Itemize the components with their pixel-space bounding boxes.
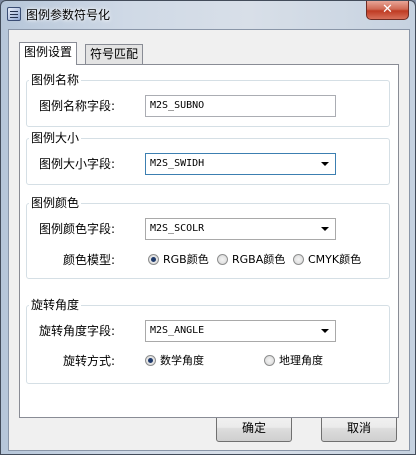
legend-size-group-title: 图例大小	[29, 131, 82, 145]
rotation-angle-group-title: 旋转角度	[29, 298, 82, 312]
legend-name-group-title: 图例名称	[29, 73, 82, 87]
color-model-label: 颜色模型:	[63, 253, 116, 267]
legend-settings-panel: 图例名称 图例名称字段: M2S_SUBNO 图例大小 图例大小字段: M2S_…	[19, 64, 399, 418]
chevron-down-icon	[321, 162, 329, 166]
window-title: 图例参数符号化	[26, 8, 111, 22]
legend-size-group: 图例大小 图例大小字段: M2S_SWIDH	[26, 131, 390, 185]
rotation-angle-field-value: M2S_ANGLE	[150, 325, 205, 336]
rotation-angle-field-label: 旋转角度字段:	[39, 324, 116, 338]
legend-size-field-label: 图例大小字段:	[39, 157, 116, 171]
tab-symbol-match[interactable]: 符号匹配	[85, 44, 144, 64]
legend-color-group: 图例颜色 图例颜色字段: M2S_SCOLR 颜色模型: RGB颜色 RGBA颜…	[26, 196, 390, 279]
cancel-button[interactable]: 取消	[321, 415, 397, 442]
legend-name-field-label: 图例名称字段:	[39, 99, 116, 113]
tab-legend-settings[interactable]: 图例设置	[19, 42, 78, 65]
ok-button[interactable]: 确定	[216, 415, 292, 442]
radio-unselected-icon	[217, 254, 228, 265]
legend-color-field-value: M2S_SCOLR	[150, 223, 205, 234]
radio-unselected-icon	[264, 355, 275, 366]
dialog-window: 图例参数符号化 ✕ 图例设置 符号匹配 图例名称 图例名称字段: M2S_SUB…	[0, 0, 416, 455]
title-bar[interactable]: 图例参数符号化 ✕	[1, 1, 415, 29]
legend-color-field-label: 图例颜色字段:	[39, 222, 116, 236]
rotation-angle-group: 旋转角度 旋转角度字段: M2S_ANGLE 旋转方式: 数学角度 地理角度	[26, 298, 390, 384]
legend-color-group-title: 图例颜色	[29, 196, 82, 210]
legend-size-field-value: M2S_SWIDH	[150, 158, 205, 169]
dialog-body: 图例设置 符号匹配 图例名称 图例名称字段: M2S_SUBNO 图例大小 图例…	[8, 29, 410, 451]
radio-unselected-icon	[293, 254, 304, 265]
chevron-down-icon	[321, 227, 329, 231]
close-button[interactable]: ✕	[366, 1, 409, 20]
radio-selected-icon	[148, 254, 159, 265]
legend-name-field-input[interactable]: M2S_SUBNO	[145, 95, 336, 117]
rotation-mode-label: 旋转方式:	[63, 354, 116, 368]
rotation-angle-field-select[interactable]: M2S_ANGLE	[145, 320, 336, 342]
app-icon	[7, 7, 21, 21]
legend-name-group: 图例名称 图例名称字段: M2S_SUBNO	[26, 73, 390, 127]
legend-size-field-select[interactable]: M2S_SWIDH	[145, 153, 336, 175]
legend-color-field-select[interactable]: M2S_SCOLR	[145, 218, 336, 240]
radio-selected-icon	[145, 355, 156, 366]
chevron-down-icon	[321, 329, 329, 333]
